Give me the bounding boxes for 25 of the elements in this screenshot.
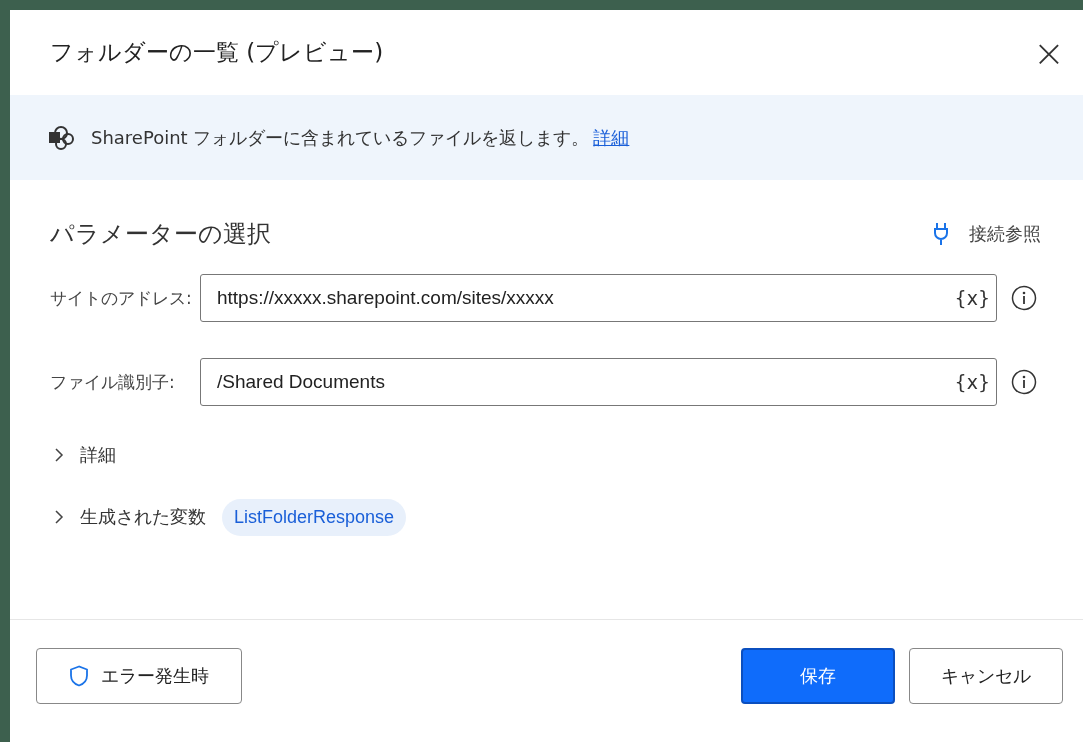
input-field[interactable]: /Shared Documents {x} — [200, 358, 997, 406]
chevron-icon[interactable] — [54, 510, 64, 524]
connection-reference-button[interactable]: 接続参照 — [933, 222, 1041, 246]
on-error-button[interactable]: エラー発生時 — [36, 648, 242, 704]
banner-text: SharePoint フォルダーに含まれているファイルを返します。 — [91, 125, 590, 150]
cancel-button[interactable]: キャンセル — [909, 648, 1063, 704]
close-button[interactable]: × — [1025, 28, 1073, 77]
expander-label[interactable]: 詳細 — [80, 443, 116, 467]
variable-button[interactable]: {x} — [948, 287, 996, 309]
expander-label[interactable]: 生成された変数 — [80, 505, 206, 529]
field-label: サイトのアドレス: — [50, 286, 193, 310]
chevron-icon[interactable] — [54, 448, 64, 462]
shield-icon — [69, 665, 89, 687]
info-icon[interactable] — [1011, 285, 1037, 311]
dialog-title: フォルダーの一覧 (プレビュー) — [50, 38, 385, 67]
field-label: ファイル識別子: — [50, 370, 176, 394]
plug-icon — [933, 222, 949, 246]
section-title: パラメーターの選択 — [50, 219, 271, 250]
save-button[interactable]: 保存 — [741, 648, 895, 704]
variable-button[interactable]: {x} — [948, 371, 996, 393]
input-field[interactable]: https://xxxxx.sharepoint.com/sites/xxxxx {x} — [200, 274, 997, 322]
variable-chip[interactable]: ListFolderResponse — [222, 498, 407, 536]
details-link[interactable]: 詳細 — [593, 125, 630, 150]
sharepoint-icon — [48, 124, 76, 151]
info-icon[interactable] — [1011, 369, 1037, 395]
